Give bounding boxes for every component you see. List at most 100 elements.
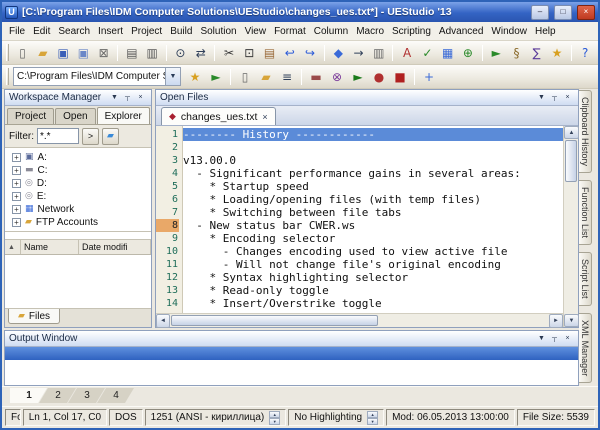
menu-item-project[interactable]: Project — [127, 22, 166, 40]
menu-item-scripting[interactable]: Scripting — [388, 22, 435, 40]
menu-item-solution[interactable]: Solution — [196, 22, 240, 40]
spinner-up-icon[interactable]: ▲ — [269, 411, 280, 418]
vertical-scroll-thumb[interactable] — [565, 140, 577, 182]
horizontal-scroll-track[interactable] — [170, 314, 549, 327]
chevron-down-icon[interactable]: ▼ — [165, 68, 180, 85]
tree-item-e-[interactable]: +◎E: — [5, 190, 151, 203]
column-mode-button[interactable]: ▥ — [369, 43, 388, 63]
side-tab-script-list[interactable]: Script List — [579, 252, 592, 306]
panel-menu-button[interactable]: ▼ — [108, 92, 121, 104]
menu-item-view[interactable]: View — [241, 22, 271, 40]
spell-check-button[interactable]: ✓ — [418, 43, 437, 63]
project-settings-button[interactable]: ≡ — [277, 67, 297, 87]
pin-icon[interactable]: ┬ — [121, 92, 134, 104]
tab-close-icon[interactable]: × — [262, 112, 267, 122]
pin-icon[interactable]: ┬ — [548, 92, 561, 104]
open-project-button[interactable]: ▰ — [256, 67, 276, 87]
close-button[interactable]: × — [577, 5, 595, 20]
spinner-up-icon[interactable]: ▲ — [367, 411, 378, 418]
expand-icon[interactable]: + — [12, 205, 21, 214]
files-tab[interactable]: ▰ Files — [8, 309, 60, 324]
panel-close-button[interactable]: × — [561, 333, 574, 345]
menu-item-search[interactable]: Search — [54, 22, 94, 40]
horizontal-scroll-thumb[interactable] — [171, 315, 378, 326]
web-preview-button[interactable]: ⊕ — [458, 43, 477, 63]
tools-button[interactable]: + — [419, 67, 439, 87]
help-button[interactable]: ? — [576, 43, 595, 63]
spinner-down-icon[interactable]: ▼ — [269, 418, 280, 425]
file-list-body[interactable] — [5, 255, 151, 309]
save-all-button[interactable]: ▣ — [74, 43, 93, 63]
tree-item-c-[interactable]: +▬C: — [5, 164, 151, 177]
column-header-name[interactable]: Name — [21, 240, 79, 254]
go-path-button[interactable]: ► — [206, 67, 226, 87]
filter-apply-button[interactable]: > — [82, 128, 99, 145]
menu-item-format[interactable]: Format — [270, 22, 310, 40]
menu-item-file[interactable]: File — [5, 22, 29, 40]
debug-button[interactable]: ● — [369, 67, 389, 87]
tree-item-d-[interactable]: +◎D: — [5, 177, 151, 190]
panel-close-button[interactable]: × — [561, 92, 574, 104]
scroll-up-icon[interactable]: ▲ — [564, 126, 579, 139]
menu-item-help[interactable]: Help — [531, 22, 560, 40]
file-tab-changes-ues[interactable]: ◆ changes_ues.txt × — [161, 107, 276, 125]
spinner-down-icon[interactable]: ▼ — [367, 418, 378, 425]
status-line-ending[interactable]: DOS — [109, 409, 143, 426]
output-content[interactable] — [5, 347, 578, 385]
expand-icon[interactable]: + — [12, 166, 21, 175]
replace-button[interactable]: ⇄ — [191, 43, 210, 63]
paste-button[interactable]: ▤ — [260, 43, 279, 63]
save-file-button[interactable]: ▣ — [54, 43, 73, 63]
stop-build-button[interactable]: ■ — [390, 67, 410, 87]
toolbar-grip[interactable] — [6, 68, 9, 85]
compile-button[interactable]: ⊗ — [327, 67, 347, 87]
toggle-bookmark-button[interactable]: ◆ — [329, 43, 348, 63]
browse-folder-button[interactable]: ▰ — [102, 128, 119, 145]
menu-item-column[interactable]: Column — [310, 22, 352, 40]
expand-icon[interactable]: + — [12, 179, 21, 188]
scroll-left-icon[interactable]: ◄ — [156, 314, 170, 328]
favorites-button[interactable]: ★ — [185, 67, 205, 87]
workspace-tab-explorer[interactable]: Explorer — [97, 107, 150, 124]
build-button[interactable]: ▬ — [306, 67, 326, 87]
copy-button[interactable]: ⊡ — [240, 43, 259, 63]
menu-item-insert[interactable]: Insert — [94, 22, 127, 40]
new-file-button[interactable]: ▯ — [13, 43, 32, 63]
uppercase-button[interactable]: A — [397, 43, 416, 63]
close-file-button[interactable]: ⊠ — [94, 43, 113, 63]
side-tab-clipboard-history[interactable]: Clipboard History — [579, 90, 592, 173]
filter-input[interactable] — [37, 128, 79, 144]
menu-item-build[interactable]: Build — [166, 22, 196, 40]
encoding-spinner[interactable]: ▲ ▼ — [269, 411, 280, 425]
menu-item-advanced[interactable]: Advanced — [435, 22, 487, 40]
expand-icon[interactable]: + — [12, 218, 21, 227]
redo-button[interactable]: ↪ — [300, 43, 319, 63]
vertical-scrollbar[interactable]: ▲ ▼ — [563, 126, 578, 327]
print-preview-button[interactable]: ▥ — [143, 43, 162, 63]
status-highlighting-combo[interactable]: No Highlighting ▲ ▼ — [288, 409, 384, 426]
panel-close-button[interactable]: × — [134, 92, 147, 104]
tree-item-a-[interactable]: +▣A: — [5, 151, 151, 164]
side-tab-xml-manager[interactable]: XML Manager — [579, 313, 592, 383]
print-button[interactable]: ▤ — [122, 43, 141, 63]
workspace-tab-project[interactable]: Project — [7, 108, 54, 124]
panel-menu-button[interactable]: ▼ — [535, 92, 548, 104]
pin-icon[interactable]: ┬ — [548, 333, 561, 345]
undo-button[interactable]: ↩ — [280, 43, 299, 63]
wizard-button[interactable]: ★ — [547, 43, 566, 63]
new-project-button[interactable]: ▯ — [235, 67, 255, 87]
horizontal-scrollbar[interactable]: ◄ ► — [156, 313, 563, 327]
minimize-button[interactable]: – — [531, 5, 549, 20]
script-list-button[interactable]: § — [507, 43, 526, 63]
code-area[interactable]: -------- History ------------v13.00.0 - … — [183, 126, 563, 313]
status-encoding-combo[interactable]: 1251 (ANSI - кириллица) ▲ ▼ — [145, 409, 287, 426]
tree-item-ftp-accounts[interactable]: +▰FTP Accounts — [5, 216, 151, 229]
menu-item-window[interactable]: Window — [487, 22, 531, 40]
column-header-date-modifi[interactable]: Date modifi — [79, 240, 151, 254]
highlighting-spinner[interactable]: ▲ ▼ — [367, 411, 378, 425]
macro-play-button[interactable]: ► — [487, 43, 506, 63]
expand-icon[interactable]: + — [12, 192, 21, 201]
workspace-tab-open[interactable]: Open — [55, 108, 95, 124]
find-button[interactable]: ⊙ — [171, 43, 190, 63]
scroll-right-icon[interactable]: ► — [549, 314, 563, 328]
